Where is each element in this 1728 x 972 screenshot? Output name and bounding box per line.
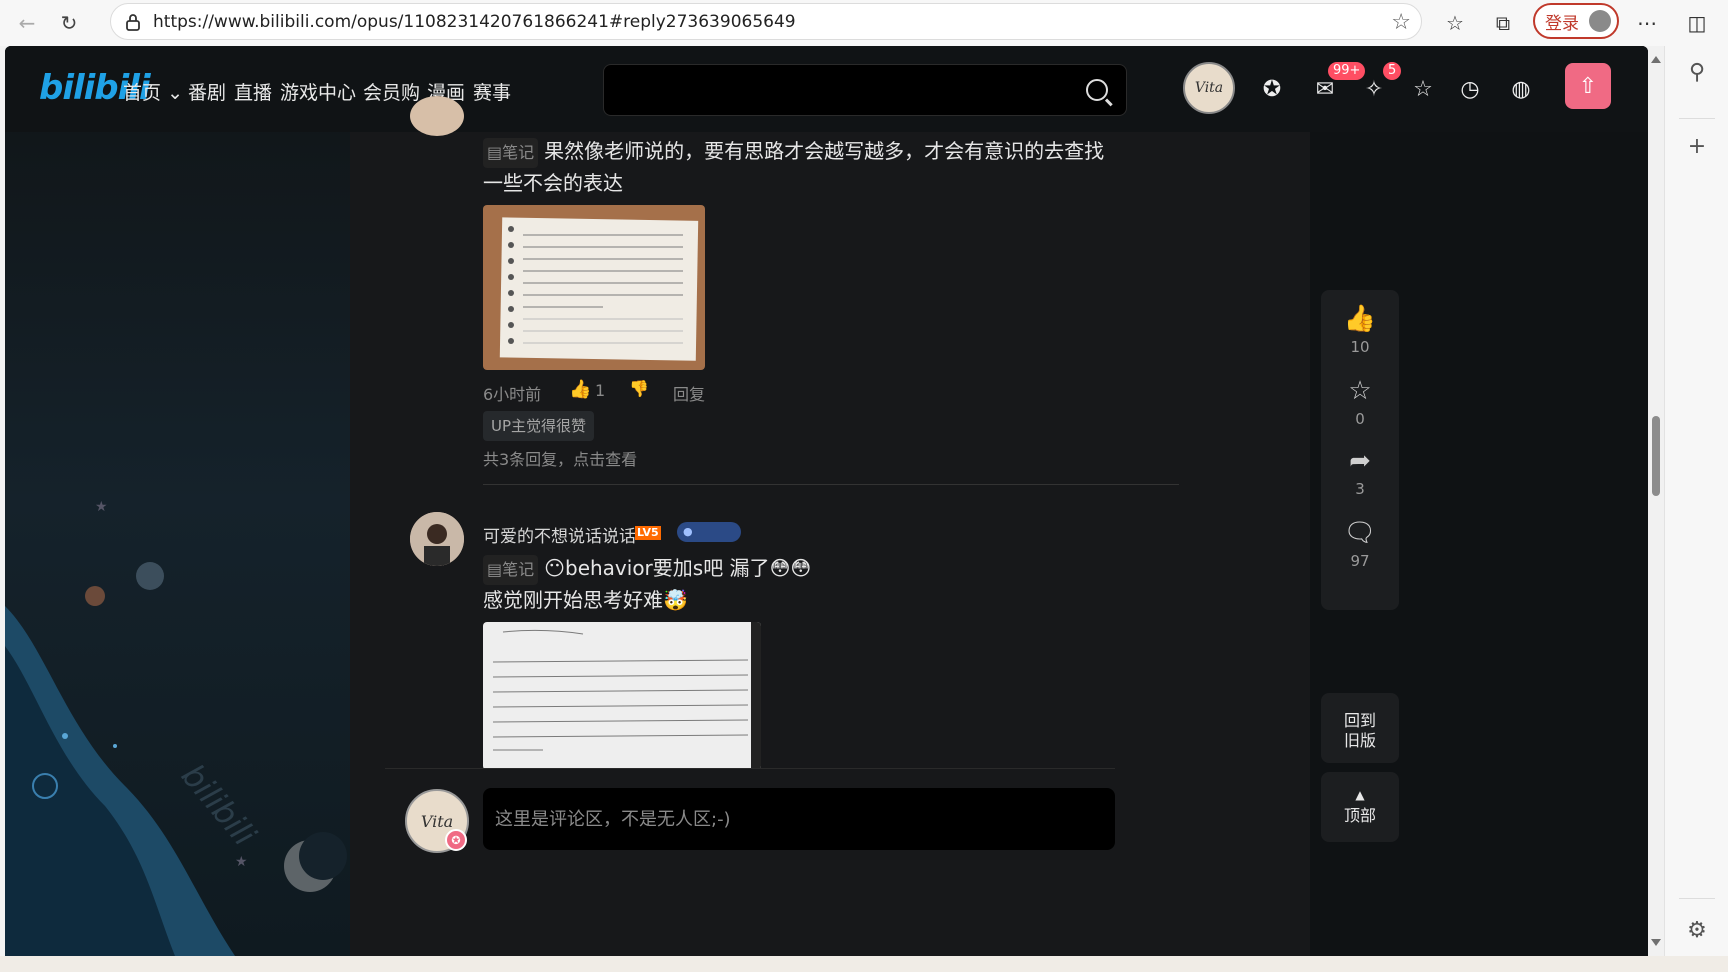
- comment-bubble-icon: 🗨: [1343, 518, 1377, 548]
- like-action[interactable]: 👍 10: [1321, 304, 1399, 356]
- favorite-action[interactable]: ☆ 0: [1321, 376, 1399, 428]
- address-bar[interactable]: https://www.bilibili.com/opus/1108231420…: [110, 3, 1422, 40]
- like-count: 1: [595, 381, 606, 400]
- page-viewport: bilibili ★ ★ bilibili 首页 ⌄ 番剧 直播 游戏中心 会员…: [5, 46, 1648, 956]
- level-badge: LV5: [635, 526, 661, 540]
- share-action[interactable]: ➦ 3: [1321, 446, 1399, 498]
- nav-game-center[interactable]: 游戏中心: [280, 78, 356, 105]
- view-replies-link[interactable]: 共3条回复，点击查看: [483, 446, 637, 470]
- profile-icon: [1589, 10, 1611, 32]
- scroll-thumb[interactable]: [1652, 416, 1660, 496]
- search-box[interactable]: [603, 64, 1127, 116]
- action-panel: 👍 10 ☆ 0 ➦ 3 🗨 97: [1321, 290, 1399, 610]
- message-icon[interactable]: ✉: [1312, 76, 1338, 102]
- scroll-down-icon[interactable]: [1651, 939, 1661, 946]
- divider: [1679, 118, 1715, 119]
- scroll-up-icon[interactable]: [1651, 56, 1661, 63]
- background-illustration: bilibili ★ ★: [5, 46, 350, 956]
- comment-body: 果然像老师说的，要有思路才会越写越多，才会有意识的去查找一些不会的表达: [483, 139, 1105, 195]
- nav-mall[interactable]: 会员购: [363, 78, 420, 105]
- dynamic-badge: 5: [1383, 62, 1402, 80]
- add-icon[interactable]: +: [1683, 132, 1711, 160]
- comment-image[interactable]: [483, 622, 761, 770]
- reload-icon[interactable]: ↻: [52, 6, 86, 40]
- more-icon[interactable]: ⋯: [1630, 6, 1664, 40]
- search-icon[interactable]: [1086, 79, 1108, 101]
- emoji-icon: 😶: [544, 556, 565, 580]
- scrollbar[interactable]: [1648, 46, 1664, 956]
- vip-badge-icon: ✪: [445, 829, 467, 851]
- share-icon: ➦: [1349, 446, 1371, 476]
- nav-esports[interactable]: 赛事: [473, 78, 511, 105]
- comment-input[interactable]: [483, 788, 1115, 850]
- fan-badge: ●: [677, 522, 741, 542]
- user-photo-icon: [410, 512, 464, 566]
- comment-avatar[interactable]: [410, 512, 464, 566]
- chevron-down-icon: ⌄: [167, 82, 183, 104]
- login-button[interactable]: 登录: [1533, 3, 1619, 39]
- favorites-icon[interactable]: ☆: [1438, 6, 1472, 40]
- favorite-total: 0: [1355, 410, 1365, 428]
- nav-live[interactable]: 直播: [234, 78, 272, 105]
- comment-username[interactable]: 可爱的不想说话说话: [483, 522, 636, 547]
- arrow-up-icon: ▲: [1355, 788, 1365, 802]
- settings-icon[interactable]: ⚙: [1683, 916, 1711, 944]
- browser-toolbar: ← ↻ https://www.bilibili.com/opus/110823…: [0, 0, 1728, 46]
- upload-icon: ⇧: [1578, 73, 1598, 99]
- up-liked-tag: UP主觉得很赞: [483, 411, 595, 441]
- favorite-star-icon[interactable]: ☆: [1391, 10, 1411, 35]
- star-icon: ☆: [1348, 376, 1372, 406]
- back-to-top-label: 顶部: [1343, 806, 1376, 825]
- divider: [483, 484, 1179, 485]
- nav-anime[interactable]: 番剧: [188, 78, 226, 105]
- history-clock-icon[interactable]: ◷: [1457, 76, 1483, 102]
- svg-text:★: ★: [235, 854, 248, 870]
- bilibili-header: bilibili 首页 ⌄ 番剧 直播 游戏中心 会员购 漫画 赛事 Vita …: [5, 46, 1648, 132]
- upload-button[interactable]: ⇧: [1565, 63, 1611, 109]
- browser-sidebar: ⚲ + ⚙: [1664, 46, 1728, 972]
- dynamic-icon[interactable]: ✧: [1361, 76, 1387, 102]
- reply-button[interactable]: 回复: [673, 381, 705, 405]
- search-icon[interactable]: ⚲: [1683, 58, 1711, 86]
- comment-line-2: 感觉刚开始思考好难: [483, 588, 663, 612]
- comment-line-1: behavior要加s吧 漏了: [565, 556, 770, 580]
- collections-icon[interactable]: ⧉: [1486, 6, 1520, 40]
- lock-icon[interactable]: [123, 12, 143, 32]
- divider: [1679, 898, 1715, 899]
- thumbs-up-icon: 👍: [1343, 304, 1377, 334]
- avatar[interactable]: Vita: [1183, 62, 1235, 114]
- note-tag[interactable]: ▤笔记: [483, 555, 539, 585]
- comment-action[interactable]: 🗨 97: [1321, 518, 1399, 570]
- creative-bulb-icon[interactable]: ◍: [1508, 76, 1534, 102]
- thumbs-up-icon[interactable]: 👍: [569, 379, 591, 400]
- comment-total: 97: [1350, 552, 1370, 570]
- emoji-icon: 🤯: [663, 588, 688, 612]
- like-total: 10: [1350, 338, 1370, 356]
- nav-home-label: 首页: [123, 82, 162, 104]
- comment-text: ▤笔记 😶behavior要加s吧 漏了😳😳 感觉刚开始思考好难🤯: [483, 553, 1123, 615]
- svg-text:★: ★: [95, 499, 108, 515]
- url-text[interactable]: https://www.bilibili.com/opus/1108231420…: [153, 12, 796, 32]
- emoji-icon: 😳😳: [769, 556, 812, 580]
- back-icon[interactable]: ←: [10, 6, 44, 40]
- thumbs-down-icon[interactable]: 👎: [629, 379, 649, 398]
- favorites-star-icon[interactable]: ☆: [1410, 76, 1436, 102]
- nav-home[interactable]: 首页 ⌄: [123, 78, 183, 105]
- sidebar-toggle-icon[interactable]: ◫: [1680, 6, 1714, 40]
- old-version-button[interactable]: 回到 旧版: [1321, 693, 1399, 763]
- comment-avatar[interactable]: [410, 96, 464, 136]
- vip-icon[interactable]: ✪: [1259, 76, 1285, 102]
- back-to-top-button[interactable]: ▲ 顶部: [1321, 772, 1399, 842]
- taskbar-strip: [0, 956, 1728, 972]
- note-tag[interactable]: ▤笔记: [483, 138, 539, 168]
- login-label: 登录: [1545, 13, 1579, 34]
- share-total: 3: [1355, 480, 1365, 498]
- comment-image[interactable]: [483, 205, 705, 370]
- message-badge: 99+: [1328, 62, 1366, 80]
- comment-time: 6小时前: [483, 385, 542, 404]
- comment-text: ▤笔记 果然像老师说的，要有思路才会越写越多，才会有意识的去查找一些不会的表达: [483, 136, 1123, 198]
